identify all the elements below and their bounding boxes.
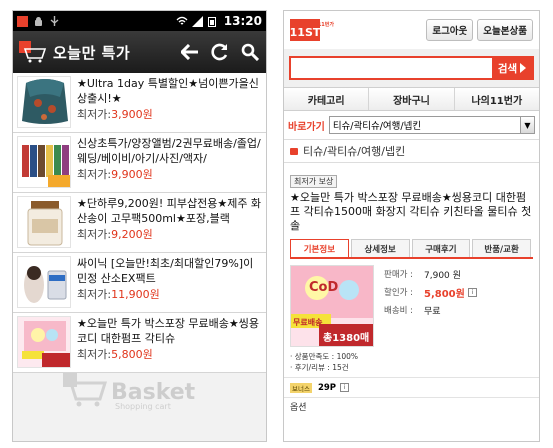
- app-bar: 오늘만 특가: [13, 31, 266, 73]
- watermark-subtext: Shopping cart: [115, 402, 171, 411]
- back-arrow-icon[interactable]: [180, 42, 200, 62]
- price-label: 최저가:: [77, 288, 112, 301]
- top-bar: 11ST 11번가 로그아웃 오늘본상품: [284, 11, 539, 49]
- product-thumbnail: [17, 256, 71, 308]
- search-icon[interactable]: [240, 42, 260, 62]
- item-name: ★Ultra 1day 특별할인★넘이쁜가을신상출시!★: [77, 77, 259, 105]
- category-header: 티슈/곽티슈/여행/넵킨: [284, 139, 539, 163]
- left-phone-screen: 13:20 오늘만 특가 ★Ultra 1day 특별할인★넘이쁜가을신상출시!…: [12, 10, 267, 442]
- product-stats: · 상품만족도 : 100% · 후기/리뷰 : 15건: [290, 351, 533, 373]
- product-thumbnail: [17, 196, 71, 248]
- deal-list: ★Ultra 1day 특별할인★넘이쁜가을신상출시!★ 최저가:3,900원 …: [13, 73, 266, 373]
- price-label: 최저가:: [77, 228, 112, 241]
- item-price: 11,900원: [111, 288, 160, 301]
- price-label: 최저가:: [77, 108, 112, 121]
- watermark-text: Basket: [111, 379, 196, 405]
- product-image[interactable]: CoD 무료배송 총1380매: [290, 265, 374, 347]
- bonus-row: 보너스 29P i: [284, 377, 539, 397]
- item-price: 9,200원: [111, 228, 153, 241]
- app-title: 오늘만 특가: [53, 43, 131, 62]
- product-detail: 최저가 보상 ★오늘만 특가 박스포장 무료배송★씽용코디 대한펌프 각티슈15…: [284, 163, 539, 373]
- item-name: 싸이닉 [오늘만!최초/최대할인79%]이민정 산소EX팩트: [77, 257, 254, 285]
- status-bar: 13:20: [13, 11, 266, 31]
- search-button[interactable]: 검색: [492, 58, 532, 78]
- lowest-price-badge[interactable]: 최저가 보상: [290, 175, 338, 188]
- logo-subtext: 11번가: [317, 22, 334, 28]
- status-time: 13:20: [223, 14, 262, 28]
- item-price: 9,900원: [111, 168, 153, 181]
- tab-returns[interactable]: 반품/교환: [472, 239, 531, 257]
- tab-my11st[interactable]: 나의11번가: [455, 88, 539, 110]
- battery-icon: [207, 16, 219, 27]
- list-item[interactable]: ★Ultra 1day 특별할인★넘이쁜가을신상출시!★ 최저가:3,900원: [13, 73, 266, 133]
- item-price: 3,900원: [111, 108, 153, 121]
- item-name: ★단하루9,200원! 피부샵전용★제주 화산송이 고무팩500ml★포장,블랙: [77, 197, 262, 225]
- item-name: 신상초특가/양장앨범/2권무료배송/졸업/웨딩/베이비/아기/사진/액자/: [77, 137, 261, 165]
- shipping-fee-value: 무료: [424, 306, 441, 317]
- sale-price-value: 7,900 원: [424, 270, 461, 281]
- bullet-icon: [290, 147, 298, 155]
- shortcut-select[interactable]: 티슈/곽티슈/여행/넵킨 ▼: [328, 116, 535, 134]
- basket-icon[interactable]: [19, 41, 47, 63]
- right-phone-screen: 11ST 11번가 로그아웃 오늘본상품 검색 카테고리 장바구니 나의11번가: [283, 10, 540, 442]
- options-label: 옵션: [290, 403, 307, 413]
- price-label: 최저가:: [77, 348, 112, 361]
- search-button-label: 검색: [497, 62, 518, 75]
- tab-detail-info[interactable]: 상세정보: [350, 239, 410, 257]
- options-row[interactable]: 옵션: [284, 397, 539, 415]
- tab-category[interactable]: 카테고리: [284, 88, 370, 110]
- item-name: ★오늘만 특가 박스포장 무료배송★씽용코디 대한펌프 각티슈: [77, 317, 260, 345]
- logout-button[interactable]: 로그아웃: [426, 19, 474, 41]
- search-input[interactable]: [291, 58, 492, 78]
- discount-price-label: 할인가 :: [384, 288, 414, 298]
- search-arrow-icon: [520, 63, 527, 73]
- bonus-tag: 보너스: [290, 382, 312, 393]
- signal-icon: [191, 15, 203, 27]
- quantity-badge: 총1380매: [323, 333, 370, 344]
- list-item[interactable]: 신상초특가/양장앨범/2권무료배송/졸업/웨딩/베이비/아기/사진/액자/ 최저…: [13, 133, 266, 193]
- bonus-points: 29P: [317, 382, 337, 393]
- search-row: 검색: [284, 49, 539, 87]
- discount-price-value: 5,800원: [424, 288, 465, 300]
- recent-items-button[interactable]: 오늘본상품: [477, 19, 533, 41]
- list-item[interactable]: 싸이닉 [오늘만!최초/최대할인79%]이민정 산소EX팩트 최저가:11,90…: [13, 253, 266, 313]
- nav-tabs: 카테고리 장바구니 나의11번가: [284, 87, 539, 111]
- sale-price-label: 판매가 :: [384, 270, 414, 280]
- shipping-fee-label: 배송비 :: [384, 306, 414, 316]
- product-thumbnail: [17, 76, 71, 128]
- usb-icon: [49, 15, 60, 27]
- basket-watermark-icon: [63, 373, 108, 411]
- price-label: 최저가:: [77, 168, 112, 181]
- refresh-icon[interactable]: [210, 42, 230, 62]
- search-box: 검색: [289, 56, 534, 80]
- bonus-info-icon[interactable]: i: [340, 383, 350, 392]
- wifi-icon: [176, 16, 188, 27]
- android-icon: [33, 16, 44, 27]
- shortcut-label: 바로가기: [288, 121, 325, 133]
- satisfaction-stat: · 상품만족도 : 100%: [290, 352, 359, 361]
- product-image-caption: CoD: [309, 280, 339, 295]
- shortcut-select-value: 티슈/곽티슈/여행/넵킨: [332, 121, 422, 132]
- tab-reviews[interactable]: 구매후기: [411, 239, 471, 257]
- product-title: ★오늘만 특가 박스포장 무료배송★씽용코디 대한펌프 각티슈1500매 화장지…: [290, 191, 532, 232]
- logo-text: 11ST: [289, 26, 321, 39]
- price-info: 판매가 : 7,900 원 할인가 : 5,800원 i 배송비 : 무료: [374, 265, 533, 347]
- tab-cart[interactable]: 장바구니: [369, 88, 455, 110]
- app-notification-icon: [17, 15, 28, 27]
- list-item[interactable]: ★오늘만 특가 박스포장 무료배송★씽용코디 대한펌프 각티슈 최저가:5,80…: [13, 313, 266, 373]
- chevron-down-icon[interactable]: ▼: [520, 117, 534, 133]
- tab-basic-info[interactable]: 기본정보: [290, 239, 349, 257]
- basket-watermark: Basket Shopping cart: [63, 368, 213, 416]
- product-tabs: 기본정보 상세정보 구매후기 반품/교환: [290, 239, 533, 259]
- list-item[interactable]: ★단하루9,200원! 피부샵전용★제주 화산송이 고무팩500ml★포장,블랙…: [13, 193, 266, 253]
- product-thumbnail: [17, 316, 71, 368]
- info-icon[interactable]: i: [467, 287, 477, 297]
- product-thumbnail: [17, 136, 71, 188]
- free-shipping-sticker: 무료배송: [293, 318, 323, 327]
- site-logo[interactable]: 11ST 11번가: [289, 19, 334, 41]
- category-title: 티슈/곽티슈/여행/넵킨: [303, 145, 406, 158]
- item-price: 5,800원: [111, 348, 153, 361]
- shortcut-row: 바로가기 티슈/곽티슈/여행/넵킨 ▼: [284, 111, 539, 139]
- review-count-stat: · 후기/리뷰 : 15건: [290, 363, 349, 372]
